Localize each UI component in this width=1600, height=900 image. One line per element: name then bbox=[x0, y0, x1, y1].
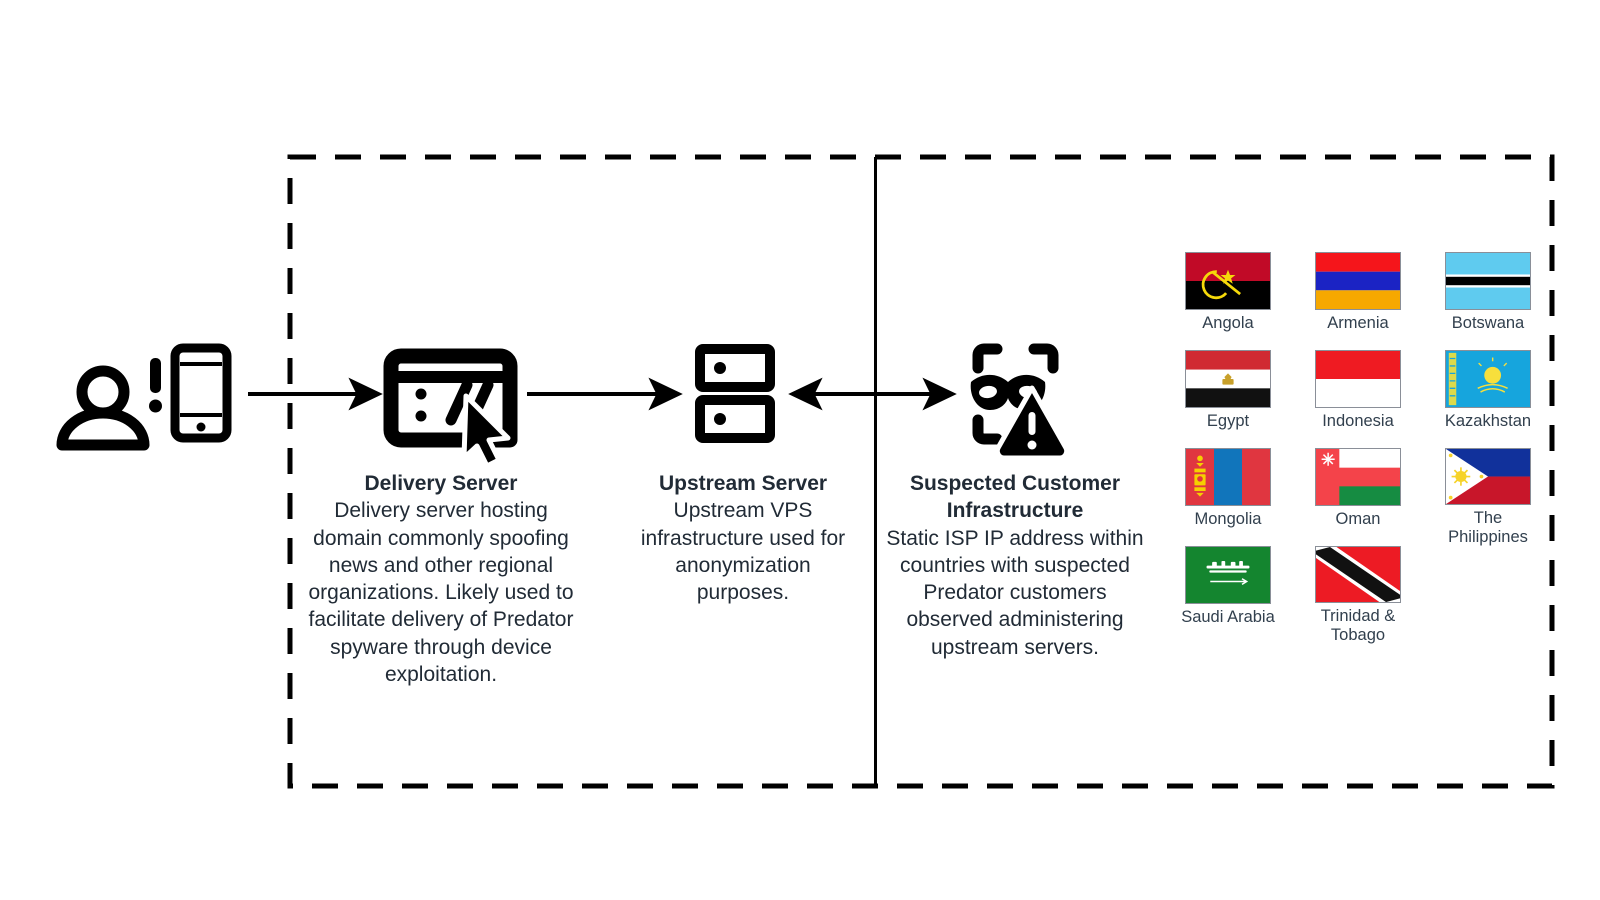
country-flag-grid: Angola Armenia Botswana Egypt Indonesia … bbox=[1163, 252, 1553, 644]
country-label: Oman bbox=[1335, 510, 1381, 528]
flag-egypt-icon bbox=[1185, 350, 1271, 408]
country-item-saudi-arabia: Saudi Arabia bbox=[1163, 546, 1293, 644]
country-label: Angola bbox=[1202, 314, 1254, 332]
node-upstream-server-description: Upstream VPS infrastructure used for ano… bbox=[640, 499, 846, 605]
country-item-oman: Oman bbox=[1293, 448, 1423, 546]
flag-mongolia-icon bbox=[1185, 448, 1271, 506]
country-item-indonesia: Indonesia bbox=[1293, 350, 1423, 448]
node-delivery-server-description: Delivery server hosting domain commonly … bbox=[308, 499, 574, 687]
country-item-trinidad-and-tobago: Trinidad & Tobago bbox=[1293, 546, 1423, 644]
node-upstream-server-text: Upstream Server Upstream VPS infrastruct… bbox=[628, 470, 858, 606]
country-label: Kazakhstan bbox=[1444, 412, 1532, 430]
node-suspected-customer-infrastructure-description: Static ISP IP address within countries w… bbox=[886, 526, 1144, 659]
country-item-egypt: Egypt bbox=[1163, 350, 1293, 448]
country-label: Armenia bbox=[1327, 314, 1389, 332]
country-item-mongolia: Mongolia bbox=[1163, 448, 1293, 546]
node-delivery-server-title: Delivery Server bbox=[364, 472, 518, 495]
flag-botswana-icon bbox=[1445, 252, 1531, 310]
flag-oman-icon bbox=[1315, 448, 1401, 506]
node-upstream-server-title: Upstream Server bbox=[658, 472, 828, 495]
server-rack-icon bbox=[695, 344, 775, 443]
node-suspected-customer-infrastructure-title: Suspected Customer Infrastructure bbox=[909, 472, 1121, 523]
flag-indonesia-icon bbox=[1315, 350, 1401, 408]
flag-angola-icon bbox=[1185, 252, 1271, 310]
country-label: The Philippines bbox=[1448, 509, 1528, 546]
flag-philippines-icon bbox=[1445, 448, 1531, 506]
exclamation-icon bbox=[149, 358, 162, 413]
country-item-philippines: The Philippines bbox=[1423, 448, 1553, 546]
country-label: Saudi Arabia bbox=[1181, 608, 1275, 626]
node-suspected-customer-infrastructure-text: Suspected Customer Infrastructure Static… bbox=[884, 470, 1146, 661]
person-icon bbox=[56, 365, 150, 451]
flag-saudi-arabia-icon bbox=[1185, 546, 1271, 604]
country-label: Egypt bbox=[1206, 412, 1250, 430]
diagram-canvas: Delivery Server Delivery server hosting … bbox=[0, 0, 1600, 900]
flag-kazakhstan-icon bbox=[1445, 350, 1531, 408]
flag-armenia-icon bbox=[1315, 252, 1401, 310]
flag-trinidad-and-tobago-icon bbox=[1315, 546, 1401, 604]
country-item-angola: Angola bbox=[1163, 252, 1293, 350]
mobile-phone-icon bbox=[170, 343, 232, 443]
node-delivery-server-text: Delivery Server Delivery server hosting … bbox=[300, 470, 582, 688]
masked-actor-warning-icon bbox=[970, 343, 1070, 461]
country-label: Botswana bbox=[1451, 314, 1525, 332]
country-label: Mongolia bbox=[1194, 510, 1262, 528]
country-item-armenia: Armenia bbox=[1293, 252, 1423, 350]
country-item-kazakhstan: Kazakhstan bbox=[1423, 350, 1553, 448]
country-item-botswana: Botswana bbox=[1423, 252, 1553, 350]
country-label: Indonesia bbox=[1322, 412, 1394, 430]
browser-window-cursor-icon bbox=[383, 348, 518, 469]
country-label: Trinidad & Tobago bbox=[1320, 607, 1396, 644]
